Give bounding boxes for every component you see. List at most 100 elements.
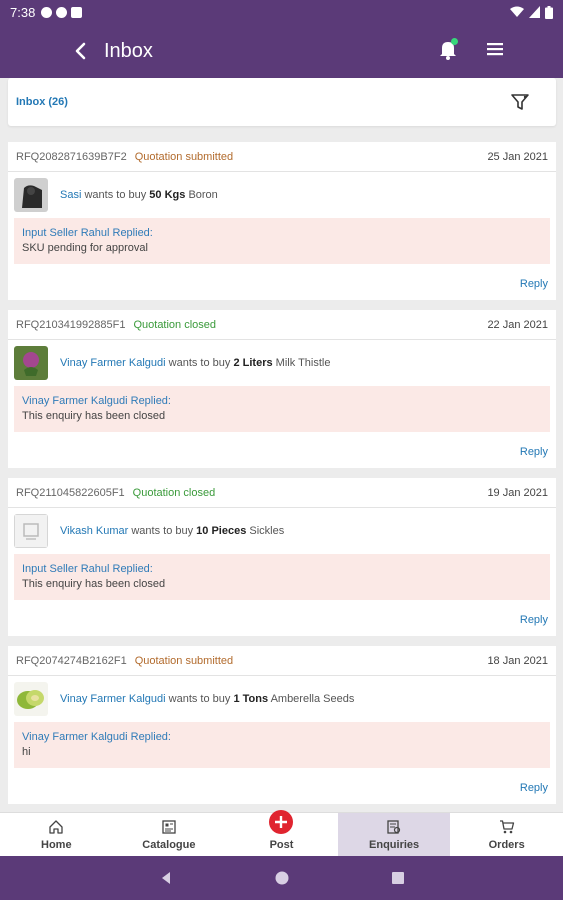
nav-label: Enquiries (369, 839, 420, 851)
enquiry-summary: Sasi wants to buy 50 Kgs Boron (8, 172, 556, 218)
buyer-name[interactable]: Vinay Farmer Kalgudi (60, 357, 166, 369)
rfq-id: RFQ2074274B2162F1 (16, 654, 127, 667)
enquiry-date: 25 Jan 2021 (487, 150, 548, 163)
status-bar: 7:38 (0, 0, 563, 24)
system-recents-icon[interactable] (390, 870, 406, 886)
system-home-icon[interactable] (274, 870, 290, 886)
filter-icon (511, 94, 529, 110)
rfq-id: RFQ211045822605F1 (16, 486, 125, 499)
rfq-id: RFQ210341992885F1 (16, 318, 126, 331)
arrow-left-icon (75, 42, 86, 60)
enquiry-summary: Vikash Kumar wants to buy 10 Pieces Sick… (8, 508, 556, 554)
enquiry-list: RFQ2082871639B7F2 Quotation submitted 25… (8, 142, 556, 814)
product-thumbnail (14, 178, 48, 212)
nav-home[interactable]: Home (0, 813, 113, 856)
product-thumbnail (14, 514, 48, 548)
reply-link[interactable]: Reply (520, 278, 548, 290)
nav-orders[interactable]: Orders (450, 813, 563, 856)
wants-text: wants to buy (168, 357, 231, 369)
enquiry-date: 18 Jan 2021 (487, 654, 548, 667)
cart-icon (499, 820, 514, 834)
card-header: RFQ210341992885F1 Quotation closed 22 Ja… (8, 310, 556, 340)
status-label: Quotation submitted (134, 150, 234, 163)
buyer-name[interactable]: Vikash Kumar (60, 525, 128, 537)
quantity: 2 Liters (233, 357, 273, 369)
unread-badge (451, 38, 458, 45)
system-back-icon[interactable] (158, 870, 174, 886)
product-thumbnail (14, 682, 48, 716)
product-name: Sickles (249, 525, 285, 537)
product-name: Milk Thistle (275, 357, 331, 369)
reply-text: SKU pending for approval (22, 242, 148, 254)
quantity: 10 Pieces (196, 525, 247, 537)
wants-text: wants to buy (131, 525, 194, 537)
wants-text: wants to buy (168, 693, 231, 705)
reply-link[interactable]: Reply (520, 782, 548, 794)
app-bar: Inbox (0, 24, 563, 78)
replier-label: Input Seller Rahul Replied: (22, 227, 153, 239)
product-name: Boron (188, 189, 218, 201)
nav-label: Catalogue (142, 839, 196, 851)
notifications-button[interactable] (436, 37, 460, 61)
bottom-nav: Home Catalogue Post Enquiries Orders (0, 810, 563, 856)
product-thumbnail (14, 346, 48, 380)
status-time: 7:38 (10, 4, 36, 20)
battery-icon (545, 5, 553, 19)
filter-button[interactable] (508, 90, 532, 114)
plus-icon (269, 810, 294, 834)
status-label: Quotation closed (132, 486, 216, 499)
menu-button[interactable] (483, 37, 507, 61)
enquiry-card[interactable]: RFQ210341992885F1 Quotation closed 22 Ja… (8, 310, 556, 468)
inbox-header: Inbox (26) (8, 78, 556, 126)
system-nav (0, 856, 563, 900)
back-button[interactable] (68, 39, 92, 63)
enquiry-card[interactable]: RFQ2082871639B7F2 Quotation submitted 25… (8, 142, 556, 300)
enquiries-icon (387, 820, 401, 834)
nav-label: Orders (488, 839, 525, 851)
replier-label: Input Seller Rahul Replied: (22, 563, 153, 575)
replier-label: Vinay Farmer Kalgudi Replied: (22, 395, 171, 407)
enquiry-summary: Vinay Farmer Kalgudi wants to buy 1 Tons… (8, 676, 556, 722)
app-notification-icon (56, 6, 68, 18)
reply-box: Vinay Farmer Kalgudi Replied: hi (14, 722, 550, 768)
storage-icon (71, 6, 83, 18)
notification-icon (41, 6, 53, 18)
buyer-name[interactable]: Vinay Farmer Kalgudi (60, 693, 166, 705)
reply-text: This enquiry has been closed (22, 410, 166, 422)
catalogue-icon (162, 820, 176, 834)
quantity: 1 Tons (233, 693, 269, 705)
nav-label: Post (269, 839, 294, 851)
wifi-icon (510, 6, 524, 17)
nav-enquiries[interactable]: Enquiries (337, 813, 451, 856)
card-header: RFQ2082871639B7F2 Quotation submitted 25… (8, 142, 556, 172)
card-header: RFQ211045822605F1 Quotation closed 19 Ja… (8, 478, 556, 508)
inbox-count: Inbox (26) (16, 96, 68, 108)
quantity: 50 Kgs (149, 189, 186, 201)
status-label: Quotation closed (133, 318, 217, 331)
page-title: Inbox (104, 39, 153, 62)
nav-post[interactable]: Post (225, 810, 338, 856)
replier-label: Vinay Farmer Kalgudi Replied: (22, 731, 171, 743)
reply-link[interactable]: Reply (520, 446, 548, 458)
product-name: Amberella Seeds (270, 693, 355, 705)
card-header: RFQ2074274B2162F1 Quotation submitted 18… (8, 646, 556, 676)
wants-text: wants to buy (84, 189, 147, 201)
reply-text: hi (22, 746, 31, 758)
enquiry-date: 22 Jan 2021 (487, 318, 548, 331)
reply-box: Input Seller Rahul Replied: SKU pending … (14, 218, 550, 264)
buyer-name[interactable]: Sasi (60, 189, 81, 201)
reply-box: Input Seller Rahul Replied: This enquiry… (14, 554, 550, 600)
reply-text: This enquiry has been closed (22, 578, 166, 590)
nav-catalogue[interactable]: Catalogue (113, 813, 226, 856)
status-label: Quotation submitted (134, 654, 234, 667)
enquiry-card[interactable]: RFQ211045822605F1 Quotation closed 19 Ja… (8, 478, 556, 636)
rfq-id: RFQ2082871639B7F2 (16, 150, 127, 163)
enquiry-summary: Vinay Farmer Kalgudi wants to buy 2 Lite… (8, 340, 556, 386)
enquiry-date: 19 Jan 2021 (487, 486, 548, 499)
hamburger-icon (487, 43, 503, 56)
reply-link[interactable]: Reply (520, 614, 548, 626)
enquiry-card[interactable]: RFQ2074274B2162F1 Quotation submitted 18… (8, 646, 556, 804)
reply-box: Vinay Farmer Kalgudi Replied: This enqui… (14, 386, 550, 432)
nav-label: Home (41, 839, 72, 851)
signal-icon (529, 6, 540, 18)
